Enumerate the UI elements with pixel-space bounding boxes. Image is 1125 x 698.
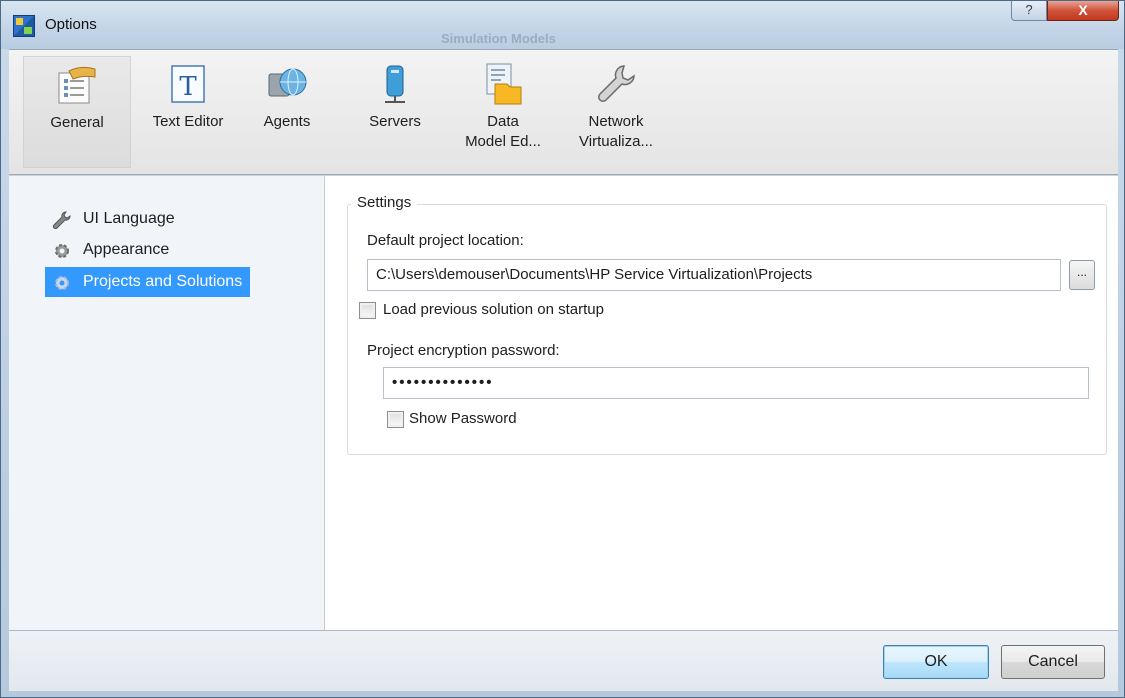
load-previous-solution-checkbox[interactable]: [359, 302, 376, 319]
background-window-title: Simulation Models: [441, 31, 556, 46]
sidebar-item-label: UI Language: [83, 210, 175, 227]
browse-button[interactable]: ...: [1069, 260, 1095, 290]
sidebar-item-appearance[interactable]: Appearance: [45, 235, 177, 265]
toolbar-item-label: Agents: [263, 113, 311, 130]
dialog-footer: OK Cancel: [9, 631, 1118, 691]
settings-group-title: Settings: [351, 194, 418, 211]
data-model-editor-icon: [481, 62, 525, 106]
sidebar: UI Language Appearance Projects and Solu…: [9, 176, 325, 630]
sidebar-item-label: Projects and Solutions: [83, 273, 243, 290]
options-content: UI Language Appearance Projects and Solu…: [9, 176, 1118, 631]
toolbar-item-label-line-1: Data: [487, 113, 519, 130]
toolbar-item-text-editor[interactable]: T Text Editor: [135, 56, 241, 168]
toolbar-item-label-line-2: Virtualiza...: [579, 133, 653, 150]
svg-text:T: T: [179, 72, 197, 102]
text-editor-icon: T: [166, 62, 210, 106]
project-encryption-password-label: Project encryption password:: [367, 342, 560, 359]
toolbar-item-network-virtualization[interactable]: Network Virtualiza...: [569, 56, 663, 168]
ok-button[interactable]: OK: [883, 645, 989, 679]
load-previous-solution-label: Load previous solution on startup: [383, 301, 604, 318]
toolbar-item-label-line-1: Network: [588, 113, 644, 130]
toolbar-item-agents[interactable]: Agents: [247, 56, 327, 168]
toolbar-item-data-model-editor[interactable]: Data Model Ed...: [461, 56, 545, 168]
servers-icon: [373, 62, 417, 106]
show-password-checkbox[interactable]: [387, 411, 404, 428]
help-button[interactable]: ?: [1011, 1, 1047, 21]
wrench-icon: [594, 62, 638, 106]
default-project-location-label: Default project location:: [367, 232, 524, 249]
close-button[interactable]: X: [1047, 1, 1119, 21]
project-encryption-password-field[interactable]: ••••••••••••••: [383, 367, 1089, 399]
toolbar-item-label: Text Editor: [152, 113, 224, 130]
sidebar-item-projects-and-solutions[interactable]: Projects and Solutions: [45, 267, 251, 297]
app-icon: [13, 15, 35, 37]
show-password-label: Show Password: [409, 410, 517, 427]
toolbar-item-label-line-2: Model Ed...: [465, 133, 541, 150]
toolbar-item-general[interactable]: General: [23, 56, 131, 168]
agents-icon: [265, 62, 309, 106]
options-category-toolbar: General T Text Editor Agents Servers Dat…: [9, 49, 1118, 175]
gear-icon: [53, 273, 71, 291]
toolbar-item-label: Servers: [369, 113, 421, 130]
cancel-button[interactable]: Cancel: [1001, 645, 1105, 679]
toolbar-item-servers[interactable]: Servers: [353, 56, 437, 168]
title-bar: Options Simulation Models ? X: [1, 1, 1124, 49]
options-dialog: Options Simulation Models ? X General T …: [0, 0, 1125, 698]
default-project-location-field[interactable]: C:\Users\demouser\Documents\HP Service V…: [367, 259, 1061, 291]
toolbar-item-label: General: [50, 114, 104, 131]
sidebar-item-label: Appearance: [83, 241, 170, 258]
sidebar-item-ui-language[interactable]: UI Language: [45, 204, 183, 234]
general-settings-icon: [55, 63, 99, 107]
window-title: Options: [45, 16, 97, 33]
wrench-icon: [52, 210, 71, 230]
gear-icon: [53, 241, 71, 259]
